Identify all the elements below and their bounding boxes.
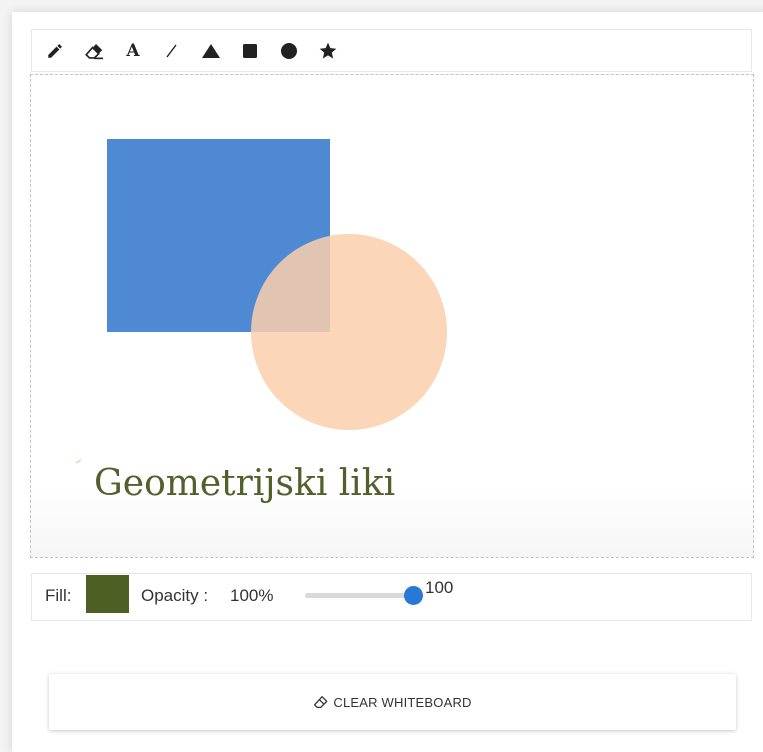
clear-whiteboard-label: CLEAR WHITEBOARD bbox=[333, 694, 472, 710]
text-tool[interactable]: A bbox=[120, 38, 146, 64]
star-icon bbox=[319, 42, 337, 58]
stray-mark bbox=[75, 459, 82, 464]
opacity-slider[interactable] bbox=[305, 586, 423, 605]
pencil-tool[interactable] bbox=[42, 38, 68, 64]
drawing-canvas[interactable]: Geometrijski liki bbox=[30, 74, 754, 558]
eraser-tool[interactable] bbox=[81, 38, 107, 64]
opacity-slider-value: 100 bbox=[425, 578, 454, 597]
rectangle-tool[interactable] bbox=[237, 38, 263, 64]
peach-circle-shape[interactable] bbox=[251, 234, 447, 430]
canvas-text[interactable]: Geometrijski liki bbox=[94, 463, 395, 504]
triangle-tool[interactable] bbox=[198, 38, 224, 64]
rectangle-icon bbox=[243, 43, 257, 58]
fill-label: Fill: bbox=[45, 586, 72, 605]
canvas-drawing: Geometrijski liki bbox=[75, 139, 447, 504]
eraser-icon bbox=[313, 695, 328, 709]
pencil-icon bbox=[48, 43, 62, 58]
text-icon: A bbox=[126, 40, 140, 61]
line-tool[interactable] bbox=[159, 38, 185, 64]
clear-whiteboard-button[interactable]: CLEAR WHITEBOARD bbox=[49, 674, 736, 730]
opacity-slider-fill bbox=[305, 593, 413, 598]
eraser-icon bbox=[85, 43, 103, 59]
line-icon bbox=[166, 44, 177, 57]
star-tool[interactable] bbox=[315, 38, 341, 64]
opacity-label: Opacity : bbox=[141, 586, 209, 605]
drawing-toolbar: A bbox=[31, 29, 752, 72]
circle-tool[interactable] bbox=[276, 38, 302, 64]
fill-color-swatch[interactable] bbox=[86, 575, 129, 613]
circle-icon bbox=[281, 42, 297, 59]
opacity-value: 100% bbox=[230, 586, 274, 605]
shape-properties-bar: Fill: Opacity : 100% 100 bbox=[31, 573, 752, 621]
opacity-slider-thumb[interactable] bbox=[404, 586, 423, 605]
triangle-icon bbox=[202, 43, 220, 58]
